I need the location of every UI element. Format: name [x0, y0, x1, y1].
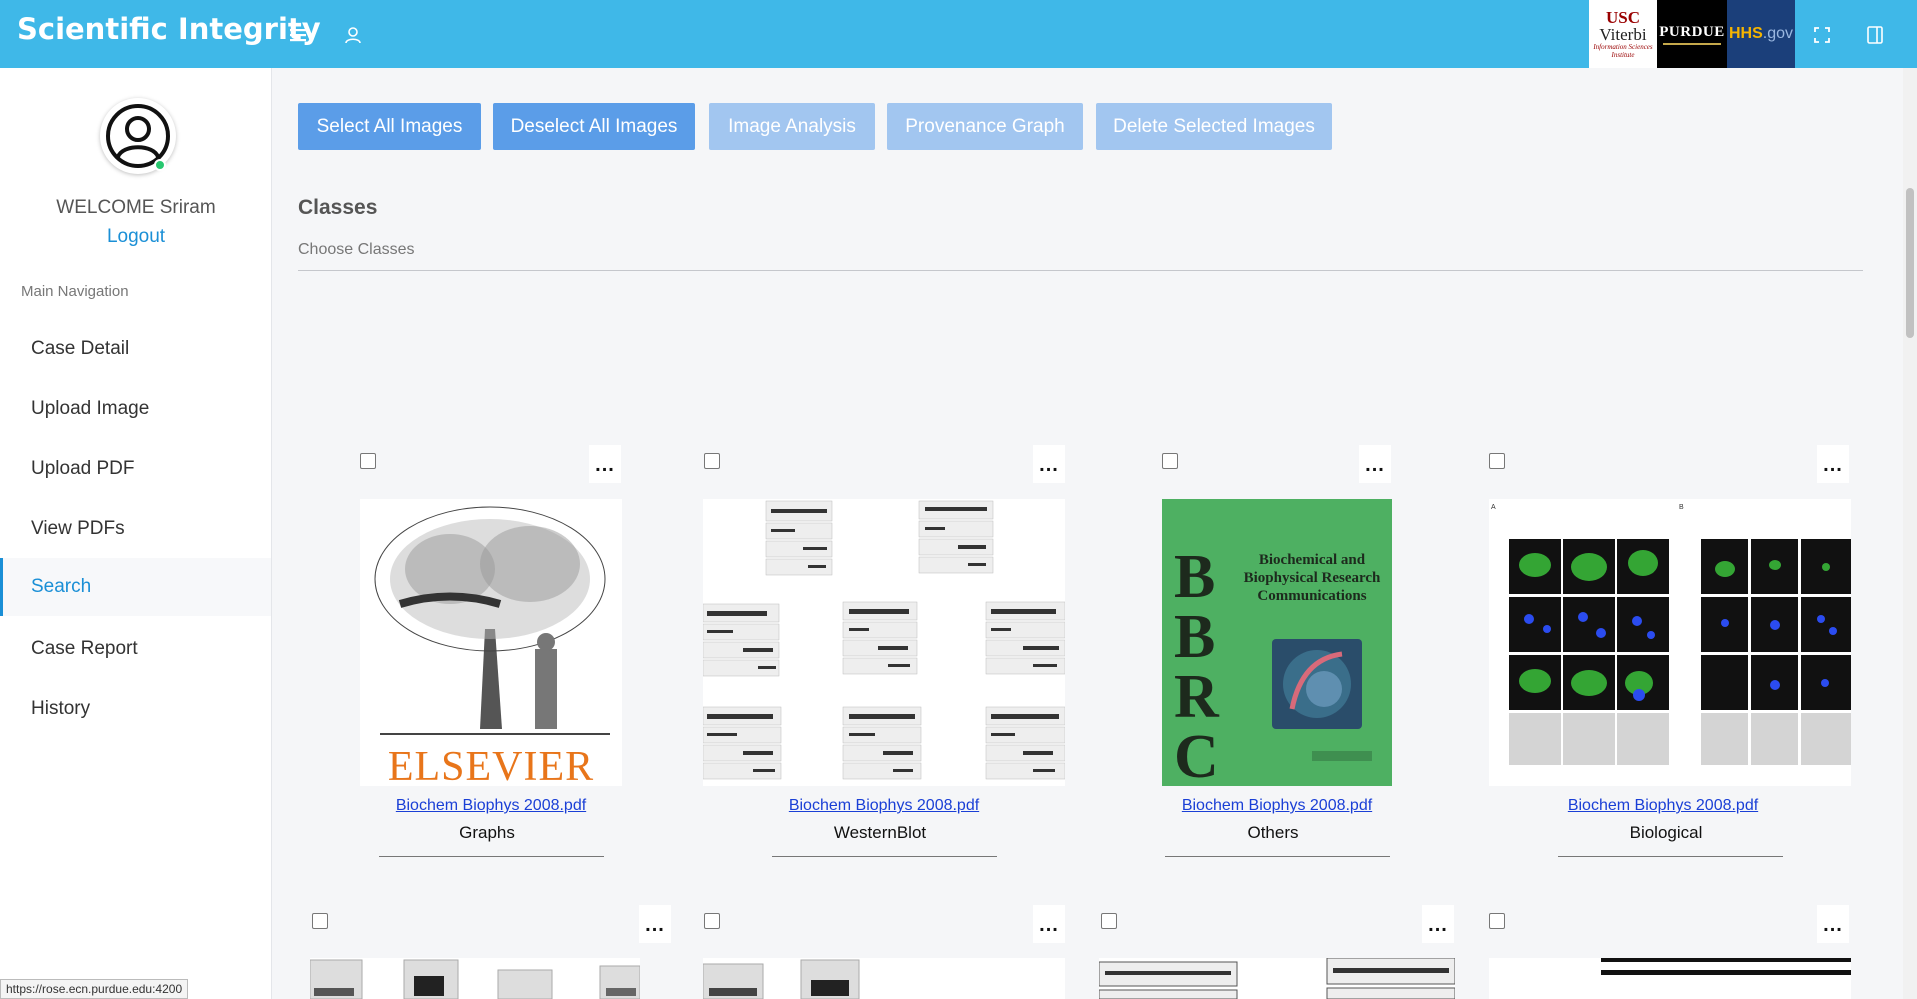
image-menu-button[interactable]: ... — [1359, 445, 1391, 483]
panel-toggle-icon[interactable] — [1858, 18, 1892, 52]
sidebar-item-upload-pdf[interactable]: Upload PDF — [0, 440, 271, 498]
pdf-file-link[interactable]: Biochem Biophys 2008.pdf — [341, 797, 641, 815]
provenance-graph-button[interactable]: Provenance Graph — [887, 103, 1083, 150]
select-all-images-button[interactable]: Select All Images — [298, 103, 481, 150]
image-thumbnail[interactable] — [1099, 958, 1455, 999]
sidebar: WELCOME Sriram Logout Main Navigation Ca… — [0, 68, 272, 999]
sidebar-item-view-pdfs[interactable]: View PDFs — [0, 500, 271, 558]
gel-blot-image — [703, 959, 860, 999]
image-class-label: WesternBlot — [833, 823, 927, 842]
image-class-label: Others — [1247, 823, 1299, 842]
journal-title: Biochemical and Biophysical Research Com… — [1243, 552, 1381, 604]
nav-heading: Main Navigation — [21, 283, 129, 300]
image-class-label: Biological — [1629, 823, 1703, 842]
browser-status-url: https://rose.ecn.purdue.edu:4200 — [0, 979, 189, 999]
image-checkbox[interactable] — [704, 913, 720, 929]
hhs-gov-logo: HHS .gov — [1727, 0, 1795, 68]
svg-text:B: B — [1679, 504, 1684, 511]
classes-select[interactable]: Choose Classes — [298, 227, 1863, 271]
svg-text:A: A — [1491, 504, 1496, 511]
image-menu-button[interactable]: ... — [1817, 445, 1849, 483]
online-status-dot — [154, 159, 166, 171]
classes-title: Classes — [298, 196, 378, 219]
classes-placeholder: Choose Classes — [298, 241, 415, 258]
sidebar-item-case-report[interactable]: Case Report — [0, 620, 271, 678]
image-thumbnail[interactable]: ELSEVIER — [360, 499, 622, 786]
sidebar-item-case-detail[interactable]: Case Detail — [0, 320, 271, 378]
usc-viterbi-logo: USC Viterbi Information Sciences Institu… — [1589, 0, 1657, 68]
image-analysis-button[interactable]: Image Analysis — [709, 103, 875, 150]
image-thumbnail[interactable] — [1489, 958, 1851, 999]
pdf-file-link[interactable]: Biochem Biophys 2008.pdf — [734, 797, 1034, 815]
welcome-text: WELCOME Sriram — [56, 197, 216, 218]
image-checkbox[interactable] — [1489, 913, 1505, 929]
image-menu-button[interactable]: ... — [589, 445, 621, 483]
image-menu-button[interactable]: ... — [1817, 905, 1849, 943]
bbrc-letters: BBRC — [1174, 543, 1219, 786]
image-thumbnail[interactable] — [310, 958, 640, 999]
image-menu-button[interactable]: ... — [1422, 905, 1454, 943]
sidebar-item-search[interactable]: Search — [0, 558, 271, 616]
image-menu-button[interactable]: ... — [639, 905, 671, 943]
pdf-file-link[interactable]: Biochem Biophys 2008.pdf — [1513, 797, 1813, 815]
image-thumbnail[interactable]: AB — [1489, 499, 1851, 786]
image-checkbox[interactable] — [360, 453, 376, 469]
purdue-logo: PURDUE — [1657, 0, 1727, 68]
image-checkbox[interactable] — [1101, 913, 1117, 929]
image-checkbox[interactable] — [1162, 453, 1178, 469]
menu-icon[interactable] — [281, 18, 315, 52]
image-checkbox[interactable] — [704, 453, 720, 469]
image-checkbox[interactable] — [1489, 453, 1505, 469]
app-title: Scientific Integrity — [17, 12, 321, 46]
image-class-label: Graphs — [459, 823, 515, 842]
fullscreen-icon[interactable] — [1805, 18, 1839, 52]
image-menu-button[interactable]: ... — [1033, 905, 1065, 943]
figure-image — [1601, 958, 1851, 975]
western-blot-image — [703, 500, 1065, 780]
image-thumbnail[interactable] — [703, 499, 1065, 786]
gel-blot-image — [310, 959, 640, 999]
sidebar-item-upload-image[interactable]: Upload Image — [0, 380, 271, 438]
image-thumbnail[interactable]: BBRC Biochemical and Biophysical Researc… — [1162, 499, 1392, 786]
scrollbar-thumb[interactable] — [1906, 188, 1914, 338]
top-header: Scientific Integrity USC Viterbi Informa… — [0, 0, 1917, 68]
image-checkbox[interactable] — [312, 913, 328, 929]
western-blot-image — [1099, 958, 1455, 999]
image-thumbnail[interactable] — [703, 958, 1065, 999]
page-scrollbar[interactable] — [1903, 68, 1917, 999]
pdf-file-link[interactable]: Biochem Biophys 2008.pdf — [1127, 797, 1427, 815]
image-menu-button[interactable]: ... — [1033, 445, 1065, 483]
elsevier-wordmark: ELSEVIER — [387, 744, 595, 786]
user-icon[interactable] — [336, 18, 370, 52]
logout-link[interactable]: Logout — [0, 226, 272, 248]
cover-micrograph — [1272, 639, 1362, 729]
sidebar-item-history[interactable]: History — [0, 680, 271, 738]
deselect-all-images-button[interactable]: Deselect All Images — [493, 103, 695, 150]
fluorescence-microscopy-grid: AB — [1491, 504, 1851, 765]
delete-selected-images-button[interactable]: Delete Selected Images — [1096, 103, 1332, 150]
